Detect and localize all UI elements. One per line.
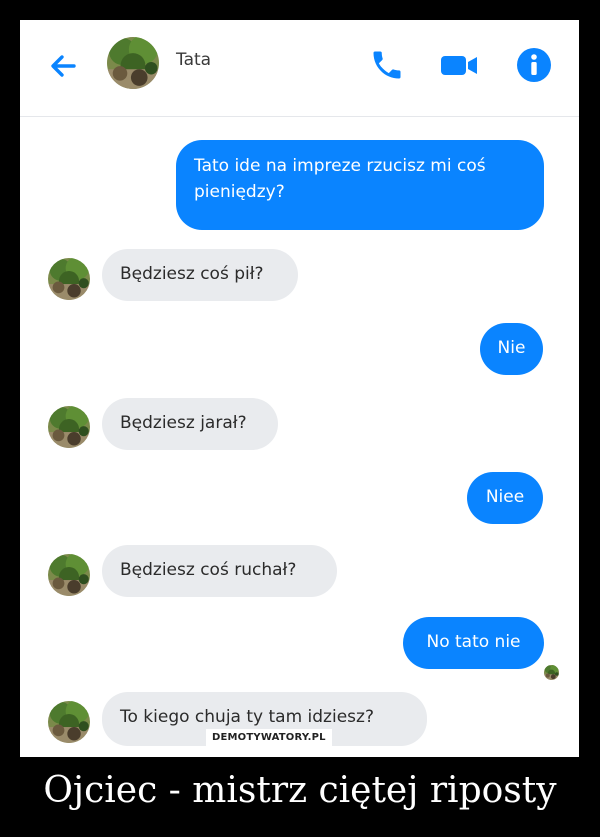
outgoing-message: Nie — [480, 323, 543, 375]
outgoing-message: No tato nie — [403, 617, 544, 669]
video-camera-icon[interactable] — [437, 47, 481, 83]
back-arrow-icon[interactable] — [44, 46, 84, 86]
incoming-message: Będziesz coś ruchał? — [102, 545, 337, 597]
chat-header: Tata — [20, 20, 579, 117]
watermark: DEMOTYWATORY.PL — [206, 729, 332, 747]
phone-icon[interactable] — [369, 47, 405, 83]
avatar — [48, 406, 90, 448]
chat-window: Tata Tato ide na impreze rzucisz mi coś … — [20, 20, 579, 757]
caption: Ojciec - mistrz ciętej riposty — [43, 770, 557, 811]
incoming-message: Będziesz jarał? — [102, 398, 278, 450]
outgoing-message: Tato ide na impreze rzucisz mi coś pieni… — [176, 140, 544, 230]
outgoing-message: Niee — [467, 472, 543, 524]
avatar — [48, 554, 90, 596]
avatar[interactable] — [107, 37, 159, 89]
incoming-message: Będziesz coś pił? — [102, 249, 298, 301]
avatar — [48, 258, 90, 300]
info-icon[interactable] — [516, 47, 552, 83]
avatar — [48, 701, 90, 743]
seen-avatar-icon — [544, 665, 559, 680]
contact-name[interactable]: Tata — [176, 50, 211, 70]
